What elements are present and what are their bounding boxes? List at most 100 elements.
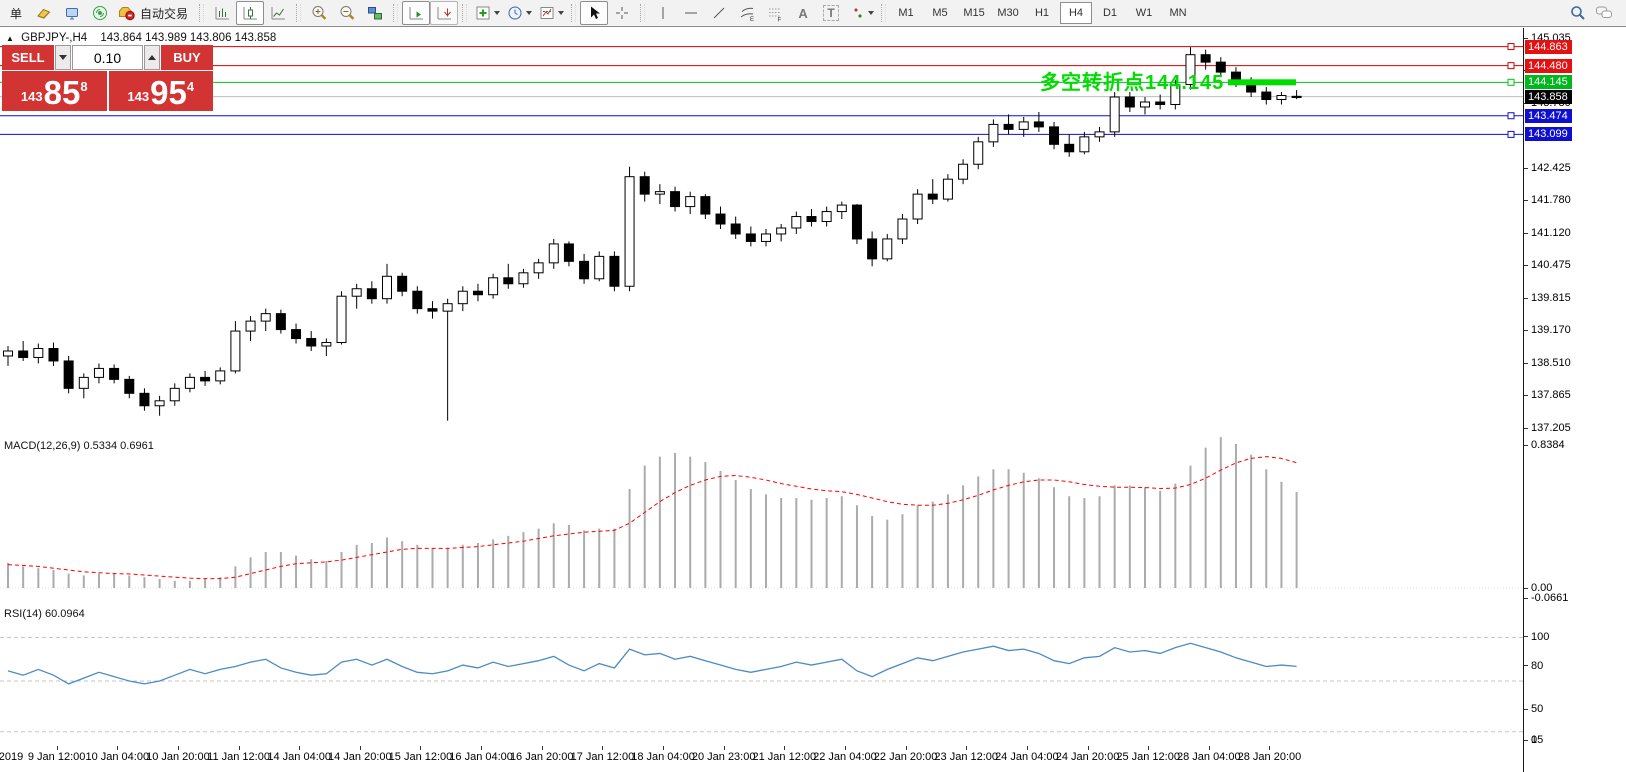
chart-area[interactable]: ▲ GBPJPY-,H4 143.864 143.989 143.806 143… bbox=[0, 28, 1523, 746]
candle-down bbox=[1034, 122, 1043, 127]
time-tick bbox=[239, 746, 240, 750]
time-tick bbox=[602, 746, 603, 750]
time-label: 9 Jan 12:00 bbox=[28, 751, 86, 763]
sell-price-prefix: 143 bbox=[21, 89, 43, 104]
channel-tool-button[interactable]: E bbox=[733, 1, 761, 25]
candle-down bbox=[868, 239, 877, 259]
search-icon[interactable] bbox=[1568, 3, 1588, 23]
autotrading-button[interactable]: 自动交易 bbox=[114, 1, 195, 25]
equidistant-channel-icon: E bbox=[738, 4, 756, 22]
candle-down bbox=[1292, 96, 1301, 97]
time-label: 22 Jan 20:00 bbox=[874, 751, 938, 763]
collapse-arrow-icon[interactable]: ▲ bbox=[6, 34, 14, 43]
indicators-button[interactable] bbox=[471, 1, 503, 25]
timeframe-H4[interactable]: H4 bbox=[1060, 2, 1092, 24]
sell-price-big: 85 bbox=[44, 78, 81, 108]
arrows-tool-button[interactable] bbox=[845, 1, 877, 25]
signal-icon-button[interactable] bbox=[86, 1, 114, 25]
vertical-line-tool-button[interactable] bbox=[649, 1, 677, 25]
new-order-button[interactable]: 单 bbox=[2, 1, 30, 25]
sell-button[interactable]: SELL bbox=[2, 45, 54, 70]
hline-handle[interactable] bbox=[1508, 131, 1514, 137]
rsi-indicator-label: RSI(14) 60.0964 bbox=[4, 608, 85, 620]
price-scale[interactable]: 145.035144.390143.730142.425141.780141.1… bbox=[1523, 28, 1626, 772]
candle-up bbox=[1141, 102, 1150, 107]
horizontal-line-tool-button[interactable] bbox=[677, 1, 705, 25]
text-tool-button[interactable]: A bbox=[789, 1, 817, 25]
buy-button[interactable]: BUY bbox=[161, 45, 213, 70]
time-tick bbox=[1027, 746, 1028, 750]
candle-down bbox=[671, 192, 680, 207]
macd-indicator-label: MACD(12,26,9) 0.5334 0.6961 bbox=[4, 440, 154, 452]
candle-down bbox=[640, 177, 649, 194]
toolbar-grip bbox=[393, 4, 398, 22]
autotrading-label: 自动交易 bbox=[136, 5, 192, 22]
zoom-in-button[interactable] bbox=[305, 1, 333, 25]
candle-down bbox=[852, 205, 861, 239]
time-label: 17 Jan 12:00 bbox=[571, 751, 635, 763]
horizontal-level-lines[interactable] bbox=[0, 44, 1523, 138]
price-tick: 141.780 bbox=[1524, 194, 1571, 206]
price-tick: 140.475 bbox=[1524, 259, 1571, 271]
pivot-annotation-text[interactable]: 多空转折点144.145 bbox=[1040, 66, 1224, 95]
auto-scroll-icon bbox=[407, 4, 425, 22]
bar-chart-button[interactable] bbox=[208, 1, 236, 25]
pivot-segment[interactable] bbox=[1228, 79, 1296, 85]
chart-shift-button[interactable] bbox=[430, 1, 458, 25]
candle-down bbox=[564, 244, 573, 261]
indicators-icon bbox=[474, 4, 492, 22]
triangle-up-icon bbox=[148, 55, 156, 60]
fibonacci-tool-button[interactable]: F bbox=[761, 1, 789, 25]
sell-price-display[interactable]: 143858 bbox=[2, 71, 107, 111]
chat-icon[interactable] bbox=[1594, 3, 1616, 23]
monitor-icon-button[interactable] bbox=[58, 1, 86, 25]
zoom-out-button[interactable] bbox=[333, 1, 361, 25]
candle-up bbox=[337, 296, 346, 342]
chart-canvas[interactable] bbox=[0, 28, 1523, 746]
timeframe-M30[interactable]: M30 bbox=[992, 2, 1024, 24]
crosshair-tool-button[interactable] bbox=[608, 1, 636, 25]
timeframe-D1[interactable]: D1 bbox=[1094, 2, 1126, 24]
line-chart-button[interactable] bbox=[264, 1, 292, 25]
timeframe-M5[interactable]: M5 bbox=[924, 2, 956, 24]
toolbar-grip bbox=[881, 4, 886, 22]
volume-increase-button[interactable] bbox=[144, 45, 160, 70]
hline-handle[interactable] bbox=[1508, 113, 1514, 119]
timeframe-H1[interactable]: H1 bbox=[1026, 2, 1058, 24]
time-tick bbox=[542, 746, 543, 750]
time-axis[interactable]: 8 Jan 20199 Jan 12:0010 Jan 04:0010 Jan … bbox=[0, 746, 1523, 772]
candle-up bbox=[261, 314, 270, 321]
candlestick-chart-button[interactable] bbox=[236, 1, 264, 25]
volume-input[interactable]: 0.10 bbox=[72, 45, 143, 70]
candle-up bbox=[1019, 122, 1028, 129]
timeframe-W1[interactable]: W1 bbox=[1128, 2, 1160, 24]
chevron-down-icon bbox=[868, 11, 874, 15]
candle-up bbox=[837, 205, 846, 211]
candle-down bbox=[1004, 124, 1013, 129]
candle-up bbox=[519, 273, 528, 284]
timeframe-MN[interactable]: MN bbox=[1162, 2, 1194, 24]
timeframe-M15[interactable]: M15 bbox=[958, 2, 990, 24]
hline-handle[interactable] bbox=[1508, 79, 1514, 85]
text-label-tool-button[interactable]: T bbox=[817, 1, 845, 25]
periods-button[interactable] bbox=[503, 1, 535, 25]
time-label: 14 Jan 04:00 bbox=[267, 751, 331, 763]
hline-handle[interactable] bbox=[1508, 44, 1514, 50]
auto-scroll-button[interactable] bbox=[402, 1, 430, 25]
volume-decrease-button[interactable] bbox=[55, 45, 71, 70]
price-tick: 139.170 bbox=[1524, 324, 1571, 336]
zoom-out-icon bbox=[338, 4, 356, 22]
time-tick bbox=[117, 746, 118, 750]
cursor-tool-button[interactable] bbox=[580, 1, 608, 25]
time-label: 28 Jan 20:00 bbox=[1238, 751, 1302, 763]
price-tag-144.480: 144.480 bbox=[1525, 59, 1572, 73]
templates-button[interactable] bbox=[535, 1, 567, 25]
timeframe-M1[interactable]: M1 bbox=[890, 2, 922, 24]
book-icon-button[interactable] bbox=[30, 1, 58, 25]
candle-up bbox=[959, 164, 968, 179]
tile-windows-button[interactable] bbox=[361, 1, 389, 25]
trendline-tool-button[interactable] bbox=[705, 1, 733, 25]
hline-handle[interactable] bbox=[1508, 63, 1514, 69]
buy-price-display[interactable]: 143954 bbox=[109, 71, 214, 111]
bar-chart-icon bbox=[213, 4, 231, 22]
